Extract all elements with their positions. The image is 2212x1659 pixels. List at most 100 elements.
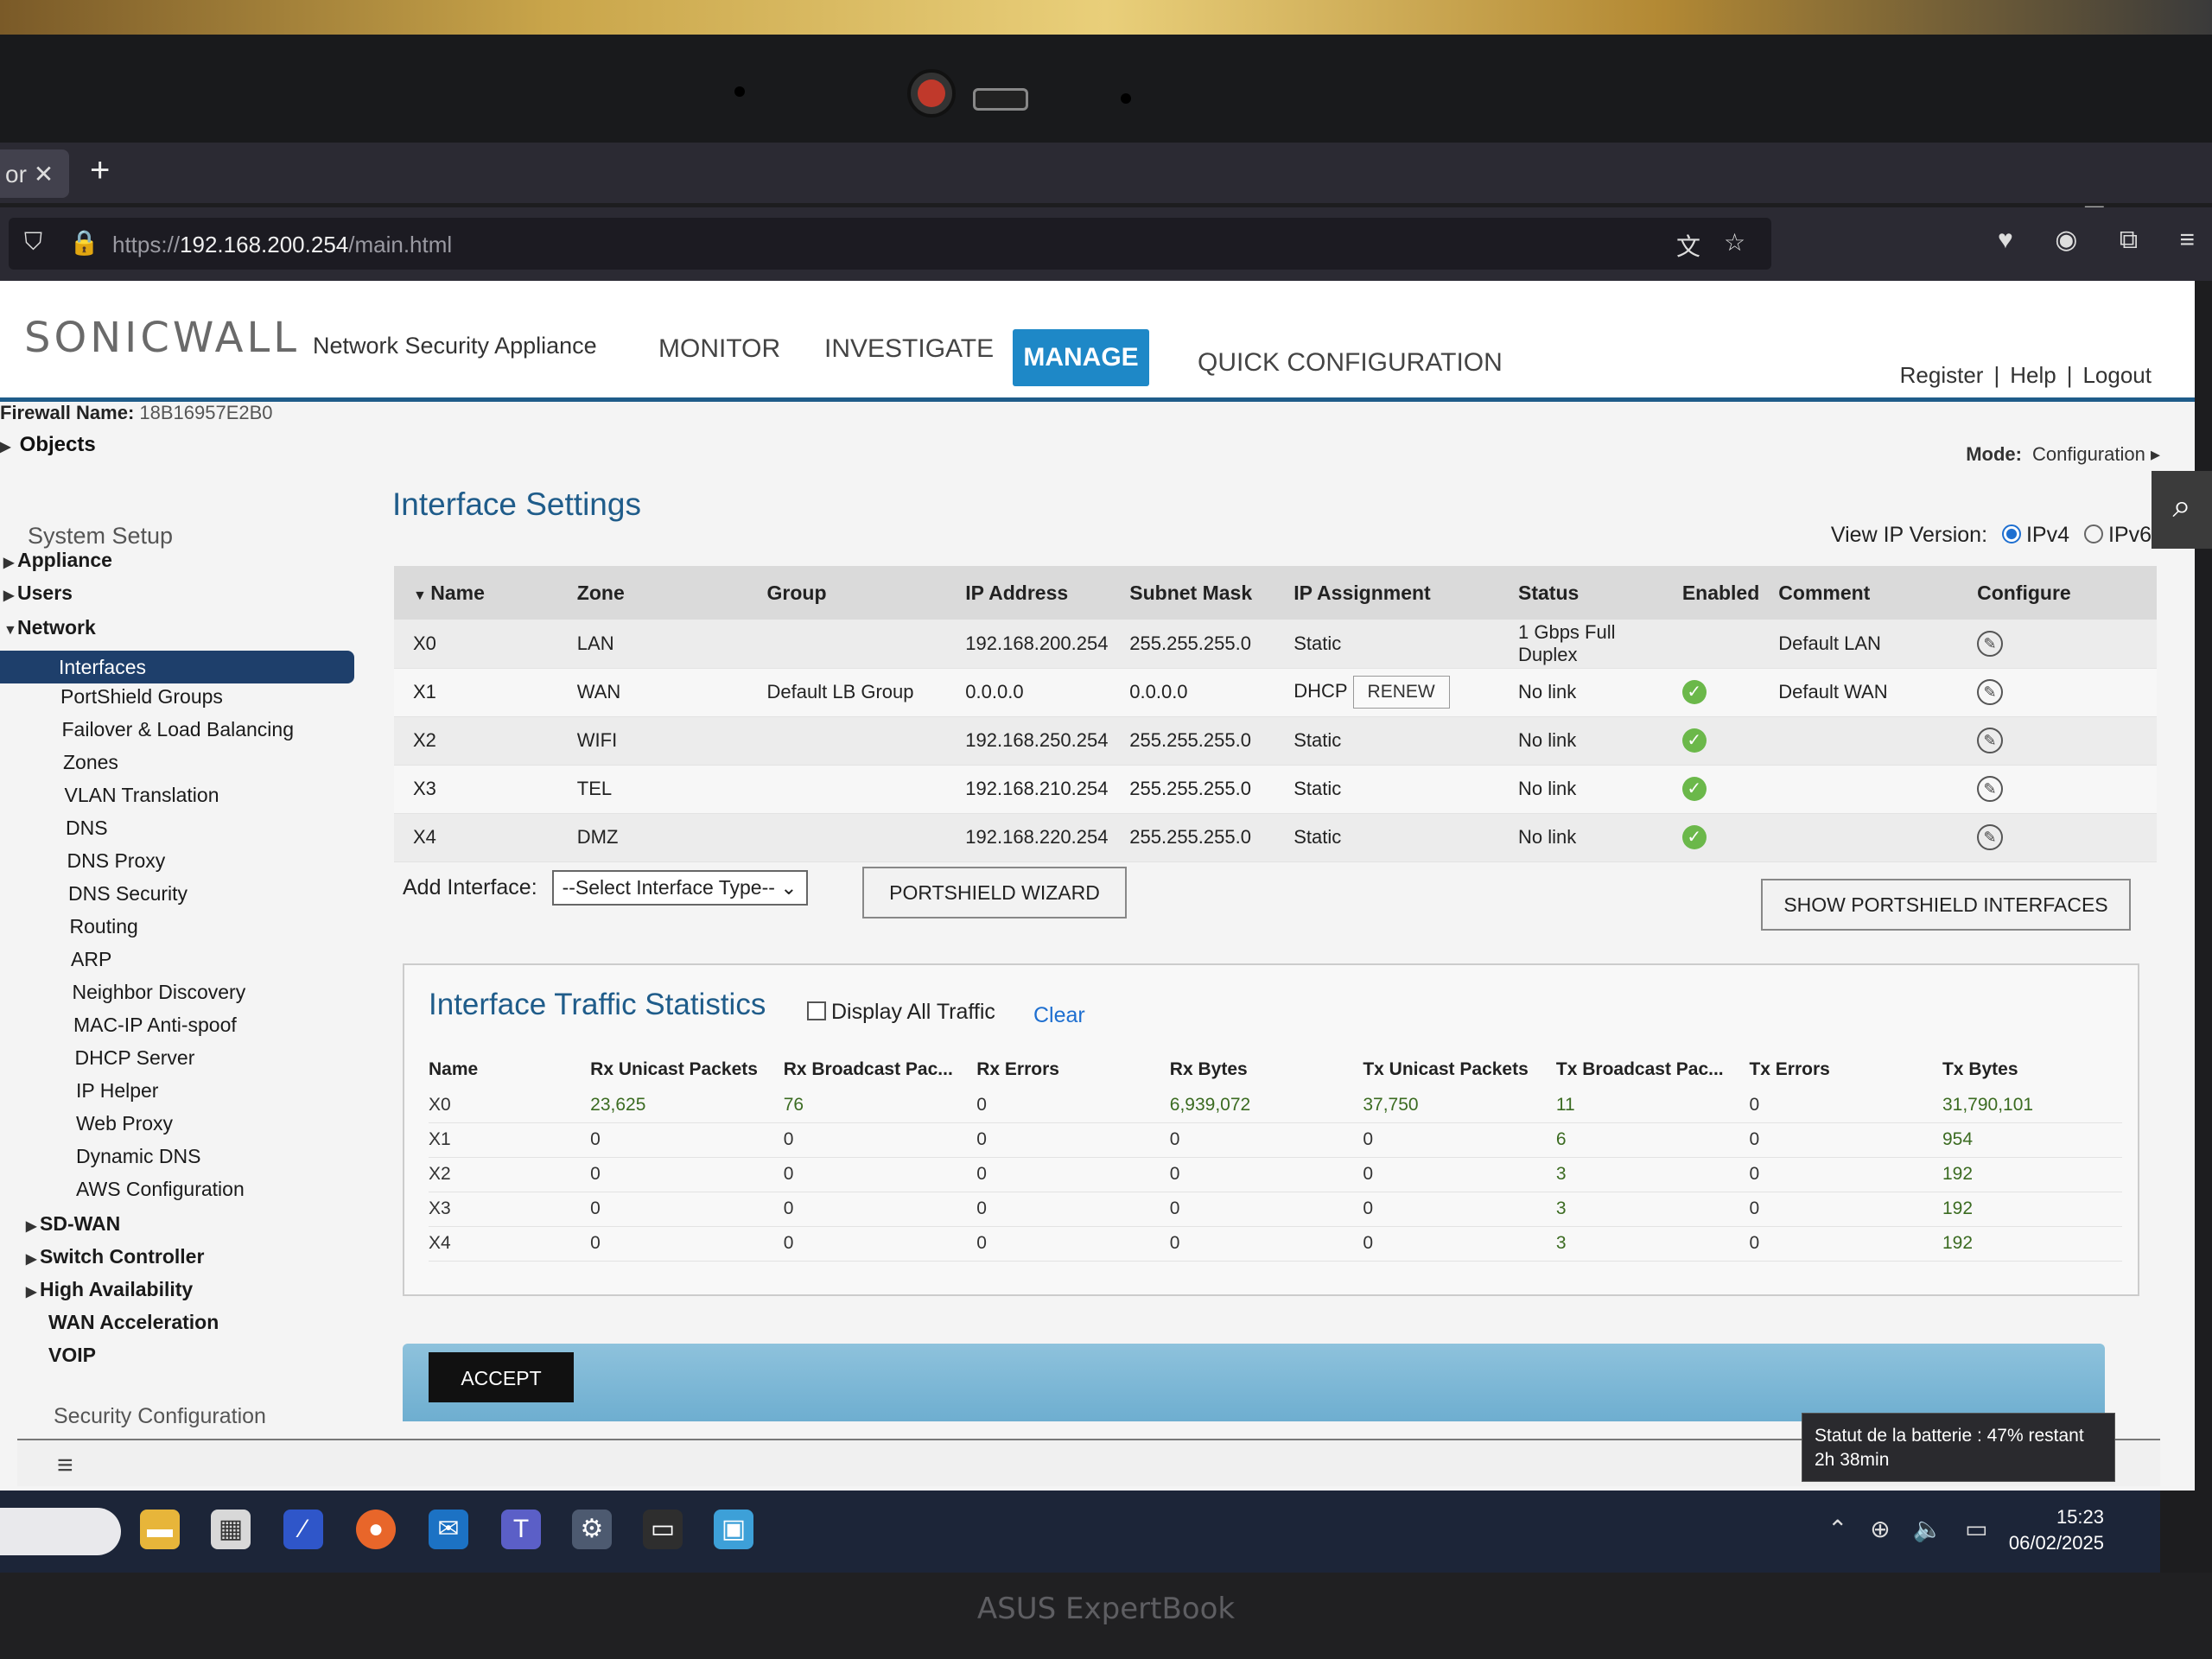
help-link[interactable]: Help [2010, 362, 2056, 388]
translate-icon[interactable]: 文 [1676, 228, 1700, 263]
menu-icon[interactable]: ≡ [2179, 226, 2195, 254]
security-configuration-heading[interactable]: Security Configuration [54, 1404, 266, 1429]
objects-menu[interactable]: ▶ Objects [0, 433, 96, 457]
sidebar-item-dynamic-dns[interactable]: Dynamic DNS [76, 1145, 200, 1168]
edit-pencil-icon[interactable]: ✎ [1977, 824, 2004, 850]
display-all-traffic[interactable]: Display All Traffic [807, 1000, 995, 1025]
sidebar-item-sd-wan[interactable]: ▶ SD-WAN [26, 1212, 120, 1236]
traffic-column-header[interactable]: Tx Bytes [1942, 1052, 2122, 1088]
sidebar-item-routing[interactable]: Routing [70, 915, 138, 938]
globe-icon[interactable]: ⊕ [1870, 1516, 1890, 1542]
taskbar-clock[interactable]: 15:23 06/02/2025 [2005, 1504, 2104, 1556]
outlook-icon[interactable]: ✉ [429, 1510, 468, 1549]
speaker-icon[interactable]: 🔈 [1913, 1516, 1943, 1542]
terminal-icon[interactable]: ▭ [643, 1510, 683, 1549]
traffic-column-header[interactable]: Name [429, 1052, 590, 1088]
sidebar-item-web-proxy[interactable]: Web Proxy [76, 1112, 173, 1135]
sidebar-item-vlan-translation[interactable]: VLAN Translation [65, 784, 219, 807]
search-icon[interactable]: ⌕ [2152, 471, 2212, 549]
table-row[interactable]: X0 LAN 192.168.200.254 255.255.255.0 Static 1… [394, 620, 2157, 669]
extensions-icon[interactable]: ⧉ [2120, 226, 2138, 254]
bookmark-star-icon[interactable]: ☆ [1724, 228, 1745, 257]
accept-button[interactable]: ACCEPT [429, 1352, 574, 1402]
traffic-column-header[interactable]: Tx Errors [1749, 1052, 1942, 1088]
table-row[interactable]: X2 WIFI 192.168.250.254 255.255.255.0 Static… [394, 716, 2157, 766]
nav-quick-configuration[interactable]: QUICK CONFIGURATION [1198, 348, 1503, 378]
column-header-comment[interactable]: Comment [1759, 566, 1959, 620]
sidebar-item-network[interactable]: ▼Network [3, 616, 96, 639]
sidebar-item-voip[interactable]: VOIP [48, 1344, 96, 1367]
sidebar-item-switch-controller[interactable]: ▶ Switch Controller [26, 1245, 204, 1268]
remote-desktop-icon[interactable]: ▣ [714, 1510, 753, 1549]
sidebar-item-neighbor-discovery[interactable]: Neighbor Discovery [73, 981, 246, 1004]
mode-indicator[interactable]: Mode: Configuration ▸ [1966, 443, 2160, 466]
portshield-wizard-button[interactable]: PORTSHIELD WIZARD [862, 867, 1127, 918]
traffic-column-header[interactable]: Tx Unicast Packets [1363, 1052, 1556, 1088]
editor-app-icon[interactable]: ⁄ [283, 1510, 323, 1549]
table-row[interactable]: X4 DMZ 192.168.220.254 255.255.255.0 Static N… [394, 813, 2157, 862]
column-header-zone[interactable]: Zone [557, 566, 748, 620]
sidebar-item-portshield-groups[interactable]: PortShield Groups [60, 685, 223, 709]
sidebar-item-dns-security[interactable]: DNS Security [68, 882, 188, 906]
traffic-column-header[interactable]: Rx Bytes [1170, 1052, 1363, 1088]
sidebar-item-high-availability[interactable]: ▶ High Availability [26, 1278, 193, 1301]
new-tab-icon[interactable]: + [90, 151, 110, 190]
store-icon[interactable]: ▦ [211, 1510, 251, 1549]
nav-manage[interactable]: MANAGE [1013, 329, 1149, 386]
column-header-enabled[interactable]: Enabled [1662, 566, 1760, 620]
taskbar-search[interactable] [0, 1508, 121, 1555]
column-header-ip-assignment[interactable]: IP Assignment [1274, 566, 1499, 620]
sidebar-item-zones[interactable]: Zones [63, 751, 118, 774]
logout-link[interactable]: Logout [2082, 362, 2152, 388]
column-header-subnet-mask[interactable]: Subnet Mask [1110, 566, 1275, 620]
renew-button[interactable]: RENEW [1352, 676, 1450, 709]
show-portshield-interfaces-button[interactable]: SHOW PORTSHIELD INTERFACES [1761, 879, 2131, 931]
pocket-icon[interactable]: ♥ [1998, 226, 2013, 254]
sidebar-item-aws-configuration[interactable]: AWS Configuration [76, 1178, 245, 1201]
nav-investigate[interactable]: INVESTIGATE [824, 334, 994, 364]
sidebar-item-arp[interactable]: ARP [71, 948, 111, 971]
traffic-column-header[interactable]: Rx Unicast Packets [590, 1052, 784, 1088]
traffic-column-header[interactable]: Rx Broadcast Pac... [784, 1052, 977, 1088]
ipv4-radio[interactable] [2001, 524, 2021, 544]
shield-icon[interactable]: ⛉ [24, 228, 42, 257]
sidebar-item-appliance[interactable]: ▶ Appliance [3, 549, 112, 572]
account-icon[interactable]: ◉ [2055, 226, 2077, 254]
sidebar-item-failover-load-balancing[interactable]: Failover & Load Balancing [62, 718, 295, 741]
edit-pencil-icon[interactable]: ✎ [1977, 679, 2004, 705]
column-header-status[interactable]: Status [1499, 566, 1663, 620]
nav-monitor[interactable]: MONITOR [658, 334, 780, 364]
edit-pencil-icon[interactable]: ✎ [1977, 776, 2004, 802]
lock-icon[interactable]: 🔒 [69, 228, 99, 257]
hamburger-menu-icon[interactable]: ≡ [57, 1449, 73, 1481]
clear-link[interactable]: Clear [1033, 1003, 1085, 1028]
url-bar[interactable]: ⛉ 🔒 https://192.168.200.254/main.html 文 … [9, 218, 1771, 270]
display-all-checkbox[interactable] [807, 1001, 826, 1021]
table-row[interactable]: X1 WAN Default LB Group 0.0.0.0 0.0.0.0 DHCP R… [394, 668, 2157, 717]
sidebar-item-interfaces[interactable]: Interfaces [0, 651, 354, 683]
traffic-column-header[interactable]: Rx Errors [976, 1052, 1170, 1088]
sidebar-item-wan-acceleration[interactable]: WAN Acceleration [48, 1311, 219, 1334]
teams-icon[interactable]: T [501, 1510, 541, 1549]
sidebar-item-dns-proxy[interactable]: DNS Proxy [67, 849, 166, 873]
ipv6-radio[interactable] [2083, 524, 2103, 544]
traffic-column-header[interactable]: Tx Broadcast Pac... [1556, 1052, 1750, 1088]
file-explorer-icon[interactable]: ▬ [140, 1510, 180, 1549]
register-link[interactable]: Register [1900, 362, 1984, 388]
sort-caret-icon[interactable]: ▼ [413, 588, 430, 603]
sidebar-item-dhcp-server[interactable]: DHCP Server [75, 1046, 195, 1070]
column-header-ip-address[interactable]: IP Address [946, 566, 1111, 620]
battery-icon[interactable]: ▭ [1965, 1516, 1987, 1542]
column-header-configure[interactable]: Configure [1958, 566, 2157, 620]
table-row[interactable]: X3 TEL 192.168.210.254 255.255.255.0 Static N… [394, 765, 2157, 814]
sidebar-item-dns[interactable]: DNS [66, 817, 108, 840]
edit-pencil-icon[interactable]: ✎ [1977, 728, 2004, 753]
settings-gear-icon[interactable]: ⚙ [572, 1510, 612, 1549]
sidebar-item-mac-ip-anti-spoof[interactable]: MAC-IP Anti-spoof [73, 1014, 237, 1037]
firefox-icon[interactable]: ● [356, 1510, 396, 1549]
sidebar-item-users[interactable]: ▶ Users [3, 582, 73, 605]
edit-pencil-icon[interactable]: ✎ [1977, 630, 2004, 657]
browser-tab[interactable]: or ✕ [0, 149, 69, 198]
column-header-name[interactable]: ▼ Name [394, 566, 558, 620]
column-header-group[interactable]: Group [747, 566, 947, 620]
